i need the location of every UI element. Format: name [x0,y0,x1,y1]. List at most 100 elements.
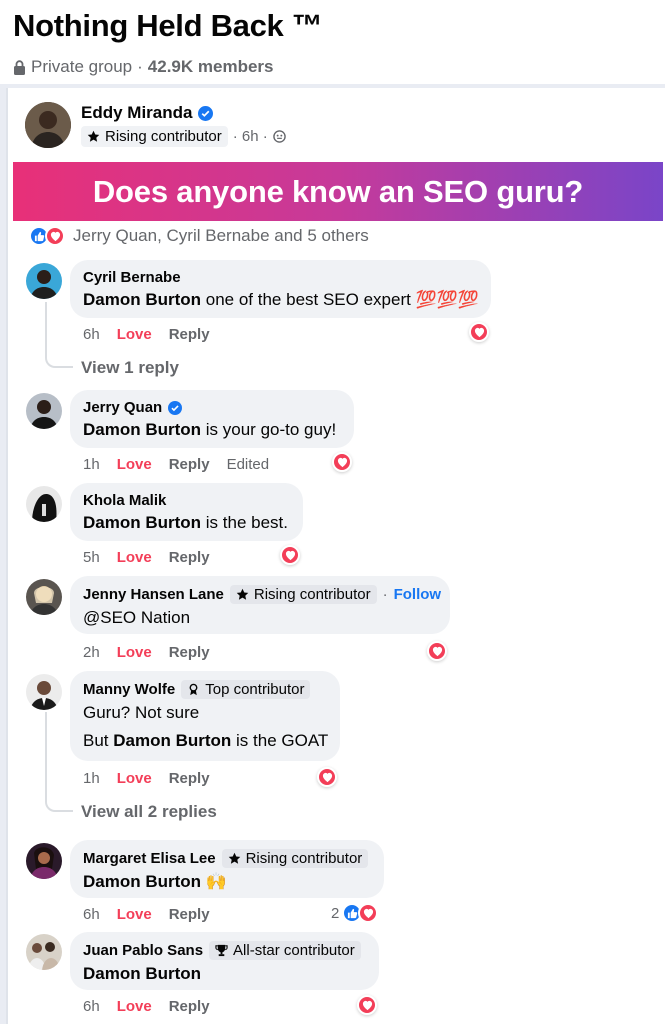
comment-time[interactable]: 6h [83,998,100,1015]
reply-button[interactable]: Reply [169,456,210,473]
love-button[interactable]: Love [117,906,152,923]
follow-separator: · [382,586,388,603]
comment-bubble[interactable]: Margaret Elisa Lee Rising contributor Da… [70,840,384,898]
love-reaction-icon[interactable] [357,995,377,1015]
comment-text: But Damon Burton is the GOAT [83,731,328,751]
comment-actions: 6h Love Reply [83,326,227,343]
post-subline: Rising contributor · 6h · [81,126,286,147]
comment-actions: 6h Love Reply [83,998,227,1015]
group-meta: Private group · 42.9K members [13,57,273,77]
reply-button[interactable]: Reply [169,998,210,1015]
mention[interactable]: Damon Burton [83,964,201,983]
verified-icon [168,400,183,415]
comment-text: Damon Burton is the best. [83,513,290,533]
comment-bubble[interactable]: Jerry Quan Damon Burton is your go-to gu… [70,390,354,448]
reactions-text[interactable]: Jerry Quan, Cyril Bernabe and 5 others [73,226,369,246]
comment-avatar[interactable] [26,674,62,710]
reply-button[interactable]: Reply [169,326,210,343]
comment-author-name[interactable]: Juan Pablo Sans [83,942,203,959]
author-badge[interactable]: Rising contributor [81,126,228,147]
mention[interactable]: Damon Burton [83,420,201,439]
reply-button[interactable]: Reply [169,906,210,923]
comment-bubble[interactable]: Cyril Bernabe Damon Burton one of the be… [70,260,491,318]
love-icon [358,903,379,923]
reply-button[interactable]: Reply [169,644,210,661]
contributor-badge[interactable]: Top contributor [181,680,311,699]
comment-bubble[interactable]: Juan Pablo Sans All-star contributor Dam… [70,932,379,990]
trophy-icon [215,944,228,957]
love-reaction-icon[interactable] [280,545,300,565]
comment-text: Guru? Not sure [83,703,200,722]
mention[interactable]: Damon Burton [113,731,231,750]
love-button[interactable]: Love [117,326,152,343]
love-reaction-icon[interactable] [317,767,337,787]
comment-bubble[interactable]: Manny Wolfe Top contributor Guru? Not su… [70,671,340,761]
star-icon [228,852,240,864]
comment-author-name[interactable]: Manny Wolfe [83,681,175,698]
thread-line [45,302,73,368]
comment-time[interactable]: 5h [83,549,100,566]
comment-time[interactable]: 6h [83,906,100,923]
comment-actions: 5h Love Reply [83,549,227,566]
reaction-icons [29,226,65,246]
comment-time[interactable]: 1h [83,456,100,473]
reply-button[interactable]: Reply [169,770,210,787]
comment-bubble[interactable]: Khola Malik Damon Burton is the best. [70,483,303,541]
contributor-badge[interactable]: All-star contributor [209,941,361,960]
love-reaction-icon[interactable] [469,322,489,342]
lock-icon [14,59,25,75]
love-button[interactable]: Love [117,456,152,473]
comment-avatar[interactable] [26,486,62,522]
comment-avatar[interactable] [26,934,62,970]
thread-line [45,712,73,812]
mention[interactable]: Damon Burton [83,513,201,532]
post-banner[interactable]: Does anyone know an SEO guru? [13,162,663,221]
view-replies-link[interactable]: View all 2 replies [81,802,217,822]
comment-body: 🙌 [201,872,227,891]
comment-avatar[interactable] [26,843,62,879]
love-button[interactable]: Love [117,549,152,566]
comment-author-name[interactable]: Jenny Hansen Lane [83,586,224,603]
reply-button[interactable]: Reply [169,549,210,566]
comment-author[interactable]: Jerry Quan [83,399,341,416]
author-avatar[interactable] [25,102,71,148]
author-name-text[interactable]: Eddy Miranda [81,103,192,123]
love-button[interactable]: Love [117,644,152,661]
group-privacy: Private group [31,57,133,76]
follow-button[interactable]: Follow [394,586,442,603]
comment-body: is the best. [201,513,288,532]
comment-avatar[interactable] [26,393,62,429]
comment-bubble[interactable]: Jenny Hansen Lane Rising contributor · F… [70,576,450,634]
reactions-summary[interactable]: Jerry Quan, Cyril Bernabe and 5 others [29,226,369,246]
comment-time[interactable]: 1h [83,770,100,787]
love-button[interactable]: Love [117,770,152,787]
comment-avatar[interactable] [26,263,62,299]
love-icon [45,226,65,246]
author-name[interactable]: Eddy Miranda [81,103,214,123]
contributor-badge[interactable]: Rising contributor [221,849,369,868]
post-time[interactable]: · 6h · [233,128,268,145]
comment-time[interactable]: 6h [83,326,100,343]
love-button[interactable]: Love [117,998,152,1015]
contributor-badge[interactable]: Rising contributor [229,585,377,604]
author-badge-label: Rising contributor [105,128,222,145]
love-reaction-icon[interactable] [427,641,447,661]
comment-avatar[interactable] [26,579,62,615]
edited-label[interactable]: Edited [227,456,270,473]
comment-time[interactable]: 2h [83,644,100,661]
comment-author-name[interactable]: Jerry Quan [83,399,162,416]
love-reaction-icon[interactable] [332,452,352,472]
comment-author: Jenny Hansen Lane Rising contributor · F… [83,585,441,604]
comment-author[interactable]: Khola Malik [83,492,290,509]
comment-author-name[interactable]: Margaret Elisa Lee [83,850,216,867]
comment-text: Damon Burton [83,964,366,984]
mention[interactable]: Damon Burton [83,290,201,309]
comment-author[interactable]: Cyril Bernabe [83,269,478,286]
comment-text: Damon Burton 🙌 [83,872,371,892]
mention[interactable]: Damon Burton [83,872,201,891]
comment-actions: 2h Love Reply [83,644,227,661]
group-members[interactable]: 42.9K members [148,57,274,77]
reaction-count[interactable]: 2 [331,903,379,923]
group-title[interactable]: Nothing Held Back ™ [13,8,323,44]
view-replies-link[interactable]: View 1 reply [81,358,179,378]
